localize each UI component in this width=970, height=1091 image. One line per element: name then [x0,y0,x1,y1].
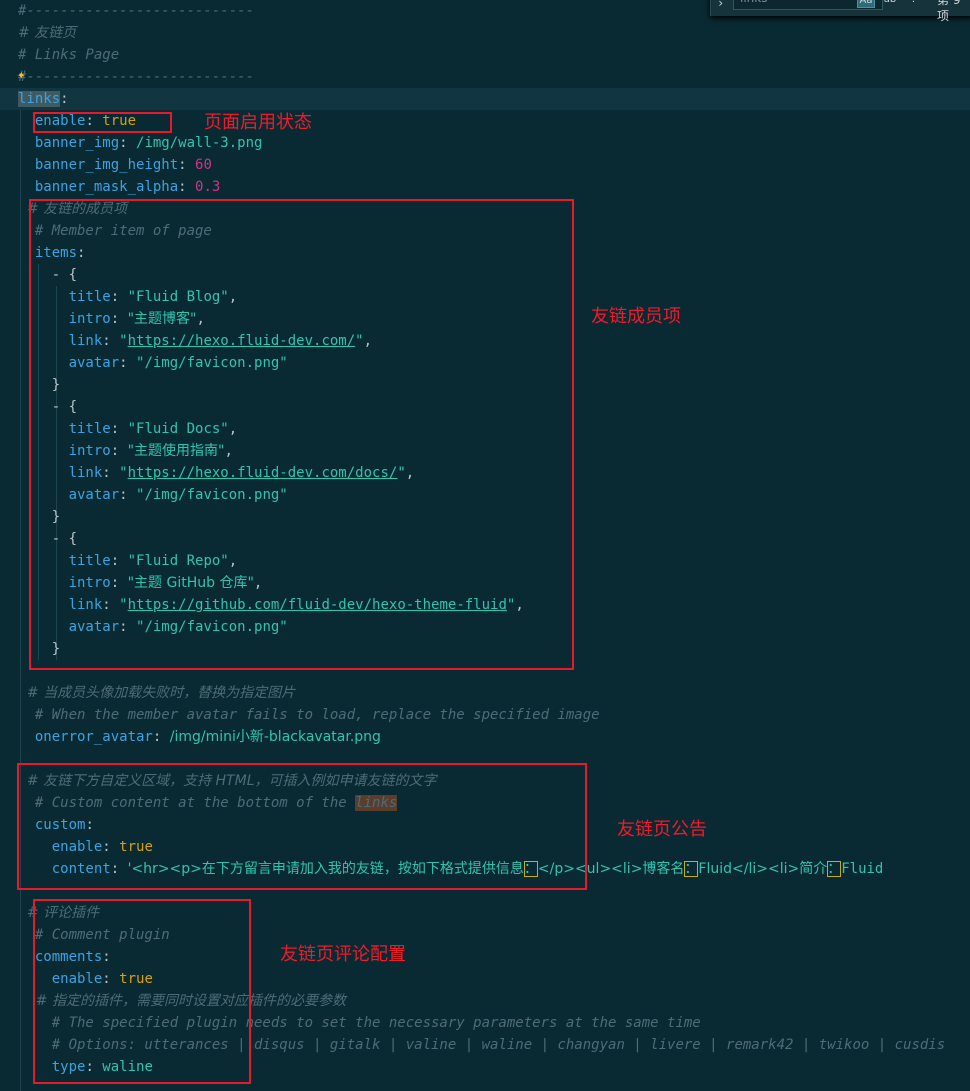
code-line[interactable]: # When the member avatar fails to load, … [0,704,970,726]
sparkle-icon[interactable]: ✦ [17,64,25,86]
code-line[interactable]: banner_img_height: 60 [0,154,970,176]
comments-annotation-box [33,899,251,1084]
regex-toggle[interactable]: .* [907,0,925,8]
code-token: /img/mini小新-blackavatar.png [169,729,381,745]
code-line[interactable]: onerror_avatar: /img/mini小新-blackavatar.… [0,726,970,748]
match-count: 第 9 项 [937,0,961,23]
code-line[interactable]: #--------------------------- [0,66,970,88]
code-token: banner_img [34,135,120,151]
code-line[interactable]: # 友链页 [0,22,970,44]
code-line[interactable]: banner_img: /img/wall-3.png [0,132,970,154]
chevron-right-icon[interactable]: › [717,0,724,10]
code-token: ： [827,861,842,877]
code-token: 0.3 [195,179,221,195]
members-annotation-box [29,199,574,670]
code-token: #--------------------------- [18,69,255,85]
code-line[interactable]: links: [0,88,970,110]
code-token: # When the member avatar fails to load, … [18,707,600,723]
code-token: # 友链页 [18,25,77,41]
code-token: 60 [195,157,212,173]
notice-annotation-box [17,763,587,890]
code-line[interactable]: # 当成员头像加载失败时，替换为指定图片 [0,682,970,704]
match-case-toggle[interactable]: Aa [857,0,875,8]
comments-annotation-label: 友链页评论配置 [280,944,406,965]
whole-word-toggle[interactable]: ab [881,0,899,8]
enable-annotation-box [33,112,172,133]
code-token: banner_img_height [34,157,179,173]
notice-annotation-label: 友链页公告 [617,819,707,840]
code-token: : [60,91,69,107]
code-token: # 当成员头像加载失败时，替换为指定图片 [18,685,296,701]
code-token: : [119,135,137,151]
code-token: : [152,729,170,745]
code-token: /img/wall-3.png [136,135,263,151]
code-token: onerror_avatar [34,729,153,745]
code-token: banner_mask_alpha [34,179,179,195]
code-line[interactable]: banner_mask_alpha: 0.3 [0,176,970,198]
find-widget[interactable]: › links Aa ab .* 第 9 项 [710,0,970,23]
members-annotation-label: 友链成员项 [591,306,681,327]
code-token: Fluid</li><li>简介 [698,861,828,877]
code-token: links [18,91,61,107]
code-token: ： [684,861,699,877]
code-token: : [178,179,196,195]
code-token: # Links Page [18,47,120,63]
code-token: : [178,157,196,173]
enable-annotation-label: 页面启用状态 [204,112,312,133]
code-line[interactable]: # Links Page [0,44,970,66]
code-token: Fluid [841,861,884,877]
code-token: #--------------------------- [18,3,255,19]
